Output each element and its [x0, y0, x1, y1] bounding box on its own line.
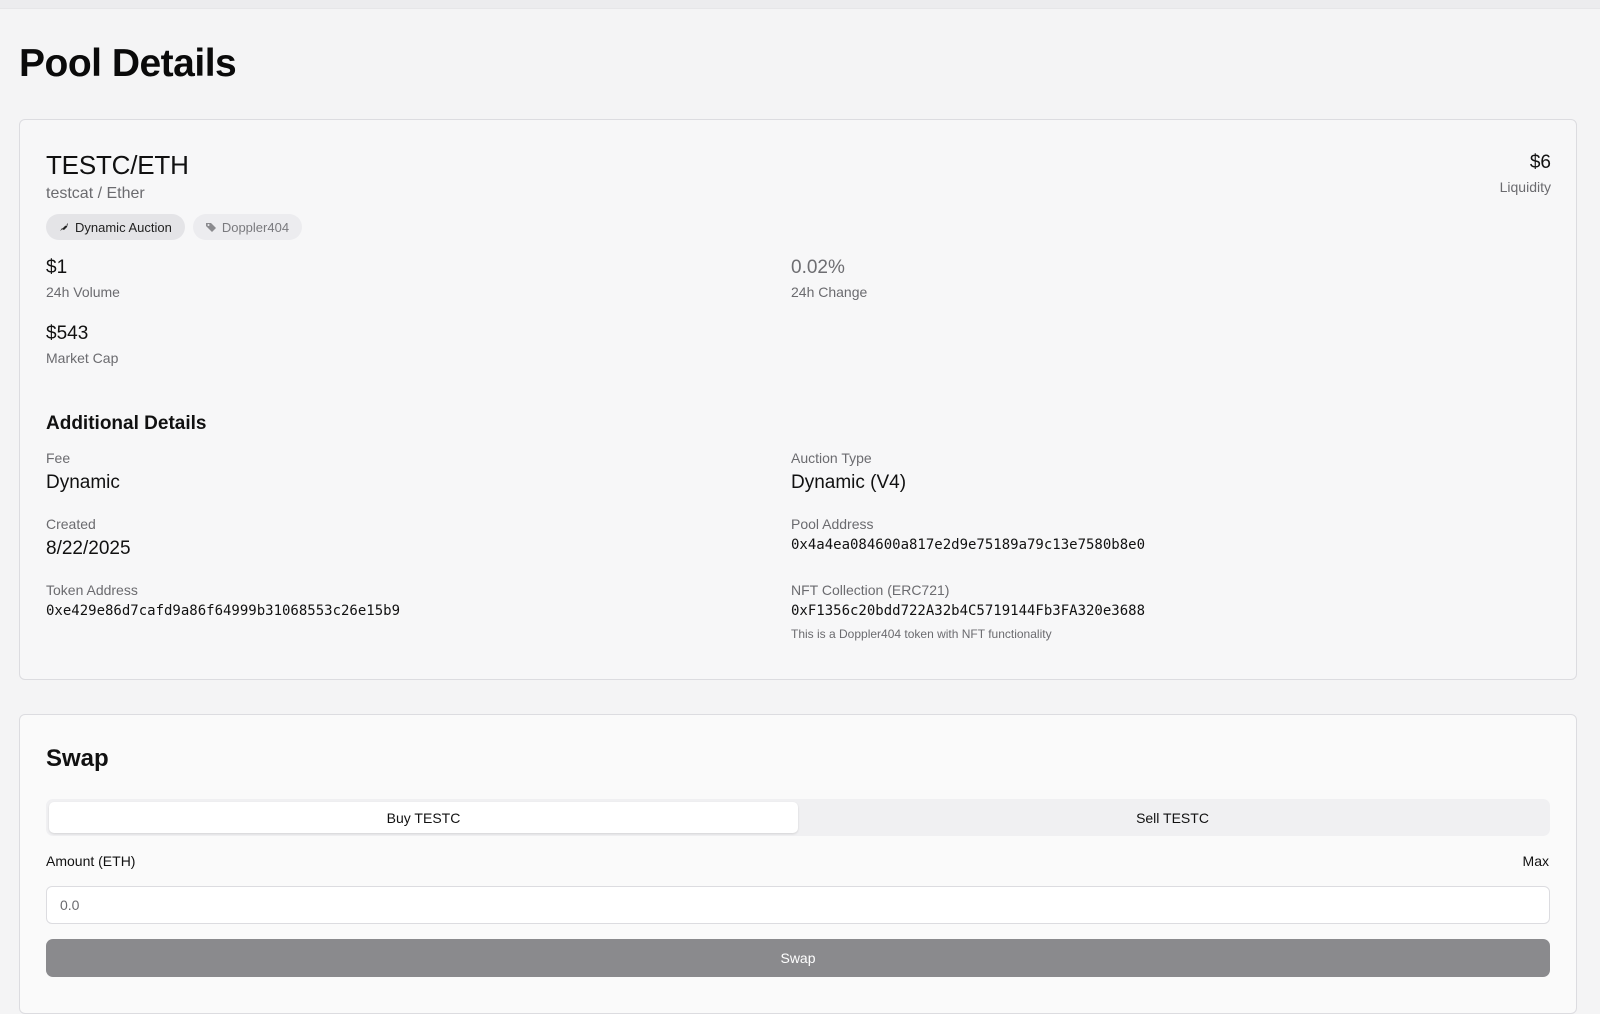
- pool-address-value: 0x4a4ea084600a817e2d9e75189a79c13e7580b8…: [791, 537, 1146, 553]
- pool-address-label: Pool Address: [791, 516, 874, 532]
- fee-label: Fee: [46, 450, 71, 466]
- dynamic-auction-badge: Dynamic Auction: [46, 214, 185, 240]
- change-value: 0.02%: [791, 257, 845, 278]
- volume-value: $1: [46, 257, 68, 278]
- liquidity-label: Liquidity: [1499, 179, 1551, 195]
- volume-label: 24h Volume: [46, 284, 120, 300]
- pool-token-names: testcat / Ether: [46, 185, 145, 202]
- market-cap-value: $543: [46, 323, 89, 344]
- token-address-value: 0xe429e86d7cafd9a86f64999b31068553c26e15…: [46, 603, 401, 619]
- token-address-label: Token Address: [46, 582, 138, 598]
- nft-collection-label: NFT Collection (ERC721): [791, 582, 950, 598]
- market-cap-label: Market Cap: [46, 350, 119, 366]
- pool-card: TESTC/ETH testcat / Ether Dynamic Auctio…: [19, 119, 1577, 680]
- swap-title: Swap: [46, 745, 109, 772]
- created-label: Created: [46, 516, 96, 532]
- auction-type-label: Auction Type: [791, 450, 872, 466]
- amount-input[interactable]: [46, 886, 1550, 924]
- change-label: 24h Change: [791, 284, 868, 300]
- fee-value: Dynamic: [46, 472, 120, 493]
- badge-row: Dynamic Auction Doppler404: [46, 214, 303, 240]
- swap-button[interactable]: Swap: [46, 939, 1550, 977]
- tab-sell[interactable]: Sell TESTC: [798, 802, 1547, 833]
- nft-collection-note: This is a Doppler404 token with NFT func…: [791, 627, 1052, 641]
- badge-label: Doppler404: [221, 219, 290, 235]
- tab-buy[interactable]: Buy TESTC: [49, 802, 798, 833]
- pool-pair: TESTC/ETH: [46, 150, 189, 180]
- tag-icon: [205, 221, 217, 233]
- swap-card: Swap Buy TESTC Sell TESTC Amount (ETH) M…: [19, 714, 1577, 1014]
- page-title: Pool Details: [19, 42, 237, 85]
- swap-tabs: Buy TESTC Sell TESTC: [46, 799, 1550, 836]
- top-bar: [0, 0, 1600, 9]
- auction-type-value: Dynamic (V4): [791, 472, 907, 493]
- doppler404-badge: Doppler404: [192, 214, 303, 240]
- amount-label: Amount (ETH): [46, 853, 136, 869]
- max-button[interactable]: Max: [1523, 853, 1549, 869]
- created-value: 8/22/2025: [46, 538, 131, 559]
- additional-details-title: Additional Details: [46, 413, 207, 434]
- nft-collection-value: 0xF1356c20bdd722A32b4C5719144Fb3FA320e36…: [791, 603, 1146, 619]
- badge-label: Dynamic Auction: [75, 219, 172, 235]
- liquidity-value: $6: [1529, 152, 1551, 173]
- rocket-icon: [58, 221, 70, 233]
